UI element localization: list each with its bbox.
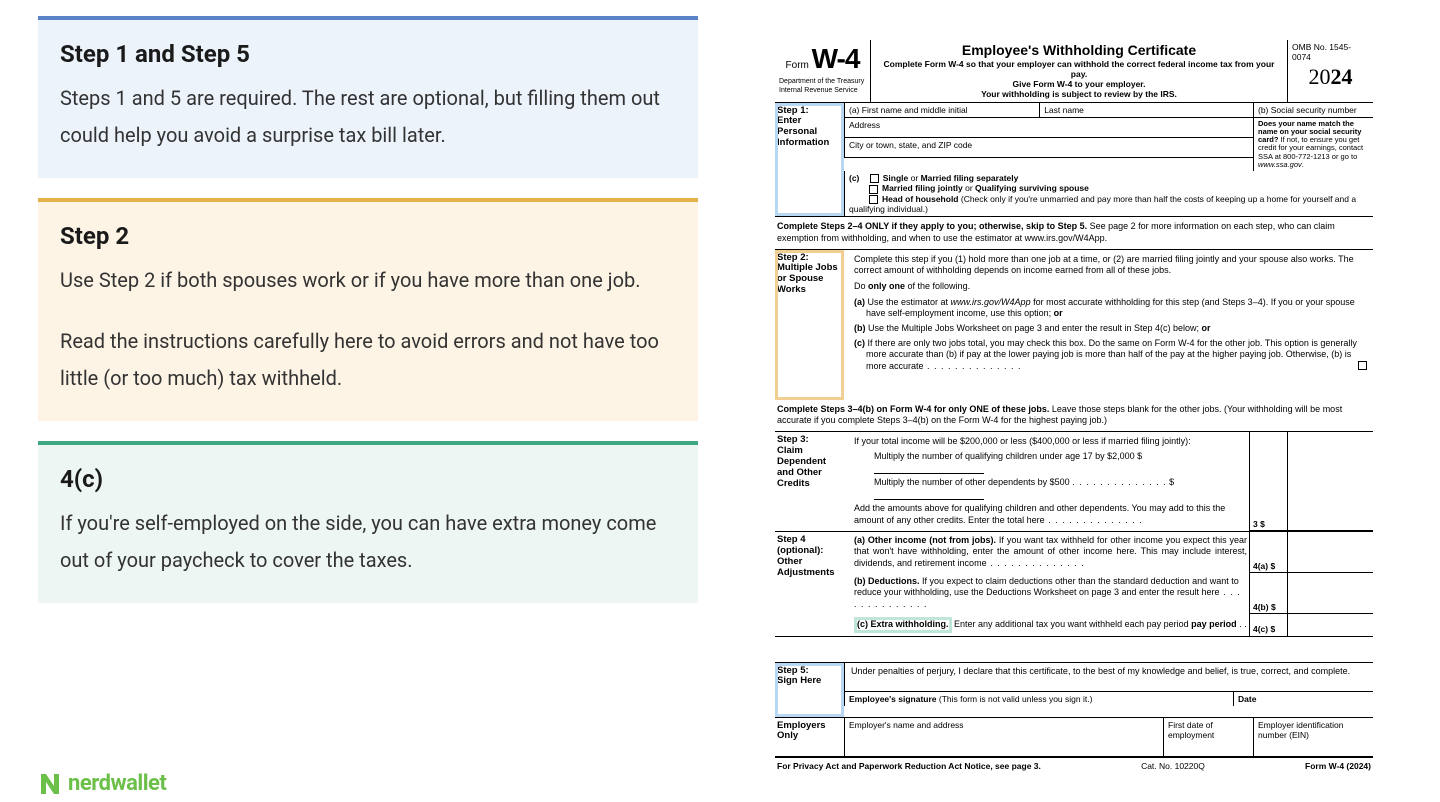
line-3-amount[interactable] — [1287, 432, 1373, 531]
step-1-row: Step 1: Enter Personal Information (a) F… — [775, 103, 1373, 218]
line-4b-amount[interactable] — [1287, 573, 1373, 614]
line-4c-amount[interactable] — [1287, 614, 1373, 636]
form-footer: For Privacy Act and Paperwork Reduction … — [775, 757, 1373, 771]
step-1-label: Step 1: Enter Personal Information — [775, 103, 844, 217]
ssn-field[interactable]: (b) Social security number — [1253, 103, 1373, 117]
step-3-body: If your total income will be $200,000 or… — [844, 432, 1249, 531]
card-4c: 4(c) If you're self-employed on the side… — [38, 441, 698, 603]
footer-formid: Form W-4 (2024) — [1305, 761, 1371, 771]
line-3-label: 3 $ — [1249, 432, 1287, 531]
form-sub-2: Give Form W-4 to your employer. — [877, 79, 1281, 89]
first-date-field[interactable]: First date of employment — [1163, 718, 1253, 756]
step-2-label: Step 2: Multiple Jobs or Spouse Works — [775, 250, 844, 400]
card-title: Step 2 — [60, 222, 676, 250]
explainer-column: Step 1 and Step 5 Steps 1 and 5 are requ… — [38, 16, 698, 623]
last-name-field[interactable]: Last name — [1039, 103, 1253, 117]
card-step-2: Step 2 Use Step 2 if both spouses work o… — [38, 198, 698, 421]
form-word: Form — [786, 60, 809, 72]
form-title: Employee's Withholding Certificate — [877, 42, 1281, 59]
card-body-2: Read the instructions carefully here to … — [60, 323, 676, 397]
footer-privacy: For Privacy Act and Paperwork Reduction … — [777, 761, 1041, 771]
form-header-left: Form W-4 Department of the Treasury Inte… — [775, 40, 871, 102]
step-5-row: Step 5:Sign Here Under penalties of perj… — [775, 662, 1373, 717]
card-body: If you're self-employed on the side, you… — [60, 505, 676, 579]
line-4a-amount[interactable] — [1287, 532, 1373, 573]
date-field[interactable]: Date — [1233, 692, 1373, 706]
filing-status-group: (c) Single or Married filing separately … — [844, 171, 1373, 216]
line-4c-label: 4(c) $ — [1249, 614, 1287, 636]
employer-name-field[interactable]: Employer's name and address — [844, 718, 1163, 756]
step-3-label: Step 3:Claim Dependent and Other Credits — [775, 432, 844, 531]
w4-form: Form W-4 Department of the Treasury Inte… — [775, 40, 1373, 771]
step-3-row: Step 3:Claim Dependent and Other Credits… — [775, 431, 1373, 531]
note-steps-2-4: Complete Steps 2–4 ONLY if they apply to… — [775, 217, 1373, 248]
line-4a-label: 4(a) $ — [1249, 532, 1287, 573]
checkbox-two-jobs[interactable] — [1358, 361, 1367, 370]
step-2-row: Step 2: Multiple Jobs or Spouse Works Co… — [775, 249, 1373, 400]
checkbox-hoh[interactable] — [869, 195, 878, 204]
form-header: Form W-4 Department of the Treasury Inte… — [775, 40, 1373, 103]
s3-other-amount[interactable] — [874, 490, 984, 500]
card-step-1-5: Step 1 and Step 5 Steps 1 and 5 are requ… — [38, 16, 698, 178]
step-5-label: Step 5:Sign Here — [775, 663, 844, 717]
step-1-fields: (a) First name and middle initial Last n… — [844, 103, 1373, 217]
card-body-1: Use Step 2 if both spouses work or if yo… — [60, 262, 676, 299]
ssa-note: Does your name match the name on your so… — [1253, 118, 1373, 172]
form-header-center: Employee's Withholding Certificate Compl… — [871, 40, 1287, 102]
brand-text: nerdwallet — [68, 771, 166, 796]
employers-only-row: Employers Only Employer's name and addre… — [775, 717, 1373, 757]
card-body: Steps 1 and 5 are required. The rest are… — [60, 80, 676, 154]
signature-field[interactable]: Employee's signature (This form is not v… — [844, 692, 1233, 706]
step-4-row: Step 4 (optional):Other Adjustments (a) … — [775, 531, 1373, 636]
card-title: 4(c) — [60, 465, 676, 493]
nerdwallet-logo: nerdwallet — [38, 771, 166, 796]
nerdwallet-icon — [38, 772, 62, 796]
dept-irs: Internal Revenue Service — [779, 87, 866, 94]
step-5-body: Under penalties of perjury, I declare th… — [844, 663, 1373, 717]
s3-kids-amount[interactable] — [874, 464, 984, 474]
step-4-body: (a) Other income (not from jobs). If you… — [844, 532, 1373, 636]
omb-number: OMB No. 1545-0074 — [1292, 42, 1369, 62]
note-steps-3-4b: Complete Steps 3–4(b) on Form W-4 for on… — [775, 400, 1373, 431]
form-sub-3: Your withholding is subject to review by… — [877, 89, 1281, 99]
form-code: W-4 — [812, 43, 860, 74]
card-title: Step 1 and Step 5 — [60, 40, 676, 68]
ein-field[interactable]: Employer identification number (EIN) — [1253, 718, 1373, 756]
address-field[interactable]: Address — [844, 118, 1253, 138]
form-year: 2024 — [1292, 64, 1369, 90]
step-4-label: Step 4 (optional):Other Adjustments — [775, 532, 844, 636]
dept-treasury: Department of the Treasury — [779, 78, 866, 85]
employers-only-label: Employers Only — [775, 718, 844, 756]
step-2-body: Complete this step if you (1) hold more … — [844, 250, 1373, 400]
footer-catno: Cat. No. 10220Q — [1141, 761, 1205, 771]
first-name-field[interactable]: (a) First name and middle initial — [844, 103, 1039, 117]
form-header-right: OMB No. 1545-0074 2024 — [1287, 40, 1373, 102]
line-4b-label: 4(b) $ — [1249, 573, 1287, 614]
form-sub-1: Complete Form W-4 so that your employer … — [877, 59, 1281, 79]
city-field[interactable]: City or town, state, and ZIP code — [844, 138, 1253, 158]
